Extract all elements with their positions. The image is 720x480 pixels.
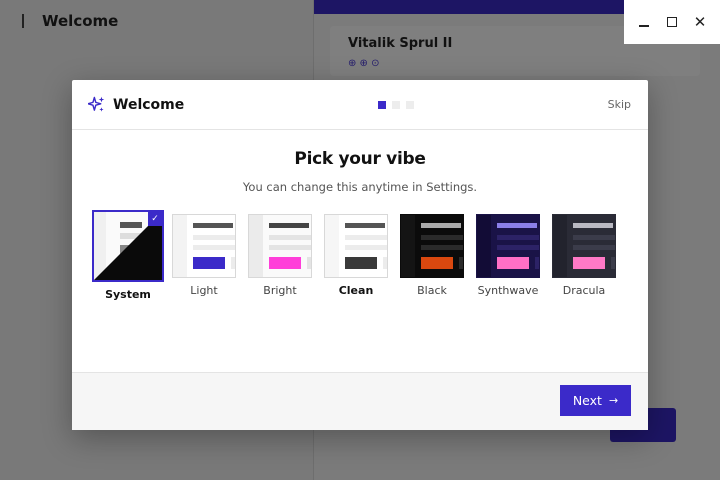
theme-swatch-bright	[248, 214, 312, 278]
theme-swatch-system: ✓	[92, 210, 164, 282]
minimize-icon	[639, 25, 649, 27]
window-controls: ✕	[624, 0, 720, 44]
skip-button[interactable]: Skip	[608, 98, 631, 111]
dialog-title: Welcome	[88, 96, 184, 113]
theme-label-light: Light	[190, 284, 218, 297]
theme-picker: ✓ System Light Bright Clean Black Synthw…	[92, 210, 616, 301]
theme-swatch-dracula	[552, 214, 616, 278]
theme-swatch-light	[172, 214, 236, 278]
maximize-button[interactable]	[662, 12, 682, 32]
theme-label-synthwave: Synthwave	[477, 284, 539, 297]
step-dot-2	[392, 101, 400, 109]
theme-option-clean[interactable]: Clean	[324, 214, 388, 301]
dialog-body: Pick your vibe You can change this anyti…	[72, 130, 648, 372]
dialog-header: Welcome Skip	[72, 80, 648, 130]
maximize-icon	[667, 17, 677, 27]
step-indicator	[378, 101, 414, 109]
next-button[interactable]: Next →	[560, 385, 631, 416]
theme-option-synthwave[interactable]: Synthwave	[476, 214, 540, 301]
theme-swatch-synthwave	[476, 214, 540, 278]
sparkle-icon	[88, 96, 105, 112]
theme-label-black: Black	[417, 284, 447, 297]
theme-label-bright: Bright	[263, 284, 297, 297]
step-dot-3	[406, 101, 414, 109]
theme-label-dracula: Dracula	[562, 284, 606, 297]
theme-label-clean: Clean	[338, 284, 374, 297]
step-dot-1	[378, 101, 386, 109]
page-heading: Pick your vibe	[294, 149, 426, 169]
dialog-title-text: Welcome	[113, 96, 185, 113]
arrow-right-icon: →	[608, 394, 619, 407]
theme-swatch-clean	[324, 214, 388, 278]
next-button-label: Next	[572, 393, 602, 408]
close-icon: ✕	[693, 13, 707, 31]
theme-option-dracula[interactable]: Dracula	[552, 214, 616, 301]
close-button[interactable]: ✕	[690, 12, 710, 32]
welcome-dialog: Welcome Skip Pick your vibe You can chan…	[72, 80, 648, 430]
theme-option-black[interactable]: Black	[400, 214, 464, 301]
theme-swatch-black	[400, 214, 464, 278]
theme-label-system: System	[105, 288, 151, 301]
page-subheading: You can change this anytime in Settings.	[242, 180, 478, 194]
theme-option-light[interactable]: Light	[172, 214, 236, 301]
minimize-button[interactable]	[634, 12, 654, 32]
theme-option-system[interactable]: ✓ System	[92, 210, 164, 301]
selected-check-icon: ✓	[148, 212, 162, 226]
dialog-footer: Next →	[72, 372, 648, 430]
theme-option-bright[interactable]: Bright	[248, 214, 312, 301]
